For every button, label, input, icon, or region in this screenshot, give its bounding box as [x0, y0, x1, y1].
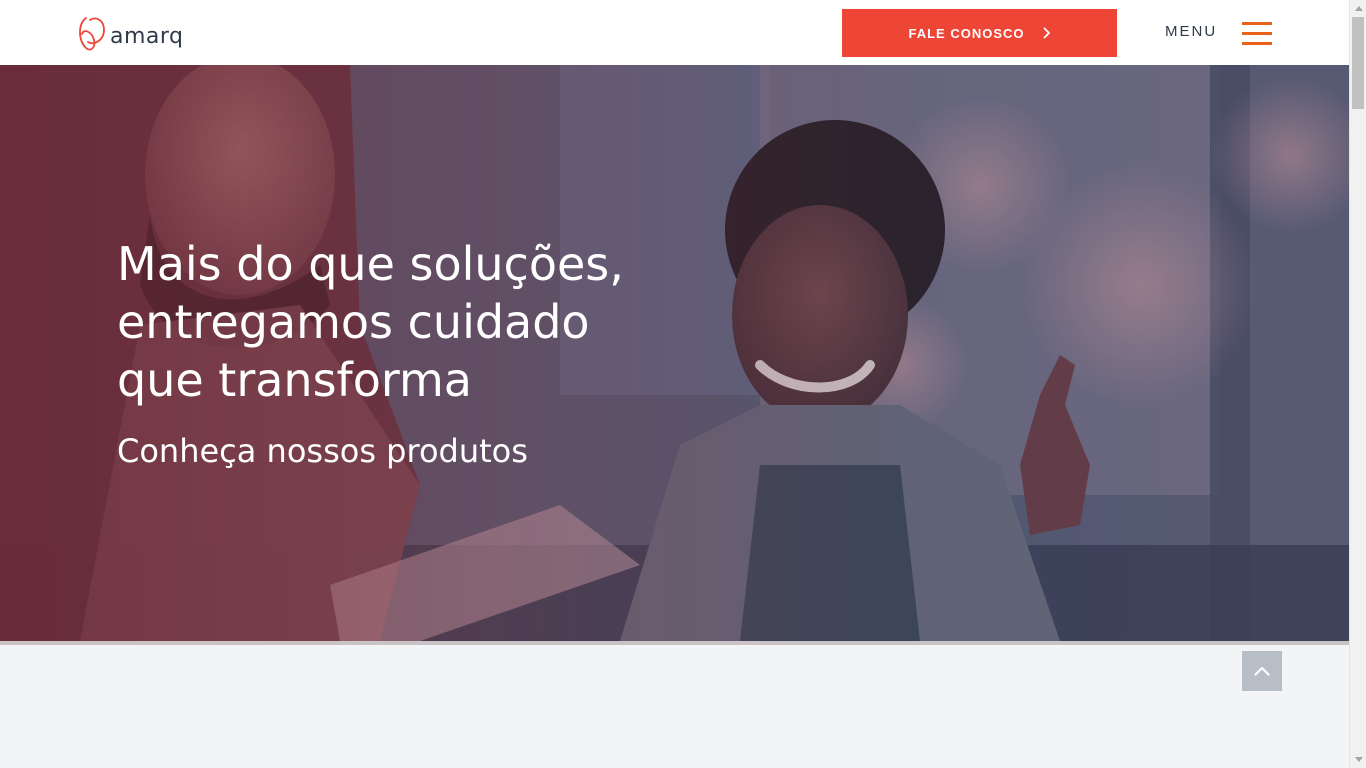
logo-text: amarq — [110, 23, 184, 49]
scroll-down-arrow-icon[interactable] — [1350, 751, 1366, 768]
menu-label[interactable]: MENU — [1165, 23, 1217, 40]
contact-button-label: FALE CONOSCO — [908, 25, 1025, 41]
hero-title-line-1: Mais do que soluções, — [117, 237, 624, 291]
content-section — [0, 645, 1349, 768]
contact-button[interactable]: FALE CONOSCO — [842, 9, 1117, 57]
back-to-top-button[interactable] — [1242, 651, 1282, 691]
hero-banner: Mais do que soluções, entregamos cuidado… — [0, 65, 1349, 641]
chevron-up-icon — [1254, 666, 1270, 676]
logo-mark-icon — [79, 17, 105, 51]
scroll-up-arrow-icon[interactable] — [1350, 0, 1366, 17]
hamburger-icon[interactable] — [1242, 20, 1272, 46]
chevron-right-icon — [1043, 27, 1051, 39]
hero-title: Mais do que soluções, entregamos cuidado… — [117, 235, 737, 409]
page: amarq FALE CONOSCO MENU Mais do que solu… — [0, 0, 1366, 768]
hero-title-line-3: que transforma — [117, 353, 472, 407]
page-scrollbar[interactable] — [1349, 0, 1366, 768]
site-header: amarq FALE CONOSCO MENU — [0, 0, 1349, 65]
scrollbar-thumb[interactable] — [1352, 17, 1364, 109]
hero-title-line-2: entregamos cuidado — [117, 295, 590, 349]
logo[interactable]: amarq — [76, 14, 184, 52]
products-link[interactable]: Conheça nossos produtos — [117, 432, 528, 470]
